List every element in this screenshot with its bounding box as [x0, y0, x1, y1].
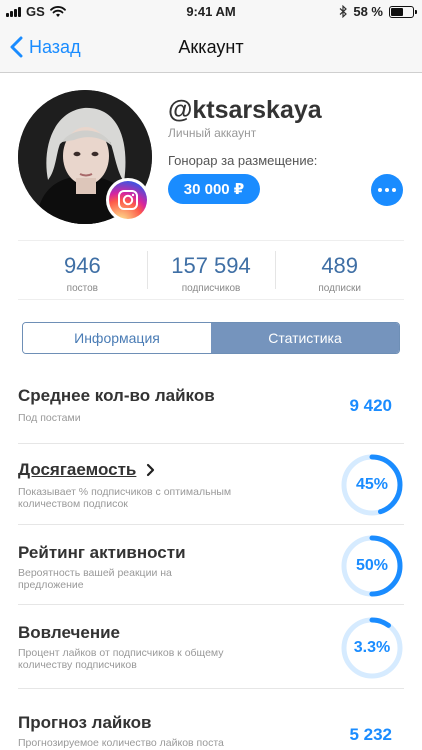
stat-followers[interactable]: 157 594 подписчиков [146, 241, 276, 299]
username: @ktsarskaya [168, 96, 322, 124]
stat-following[interactable]: 489 подписки [275, 241, 404, 299]
battery-percent: 58 % [353, 4, 383, 19]
metric-description: Показывает % подписчиков с оптимальным к… [18, 486, 232, 510]
progress-ring: 50% [340, 534, 404, 598]
metric-engagement: Вовлечение Процент лайков от подписчиков… [18, 605, 404, 689]
metric-value: 9 420 [349, 396, 392, 415]
stat-value: 157 594 [171, 253, 251, 278]
metric-reach: Досягаемость Показывает % подписчиков с … [18, 444, 404, 525]
metric-description: Вероятность вашей реакции на предложение [18, 567, 172, 591]
stat-label: подписчиков [181, 283, 241, 294]
status-bar: GS 9:41 AM 58 % [0, 0, 422, 24]
segmented-control: Информация Статистика [22, 322, 400, 354]
metric-likes-forecast: Прогноз лайков Прогнозируемое количество… [18, 689, 404, 750]
stats-row: 946 постов 157 594 подписчиков 489 подпи… [18, 240, 404, 300]
battery-icon [389, 5, 417, 18]
metric-description: Под постами [18, 412, 81, 424]
chevron-right-icon [147, 463, 155, 477]
reach-link[interactable]: Досягаемость [18, 460, 155, 480]
metric-description: Процент лайков от подписчиков к общему к… [18, 647, 224, 671]
metric-value: 45% [355, 476, 389, 493]
metric-value: 5 232 [349, 725, 392, 744]
nav-bar: Назад Аккаунт [0, 24, 422, 73]
bluetooth-icon [339, 5, 348, 18]
instagram-icon [118, 190, 138, 210]
metric-title: Прогноз лайков [18, 713, 152, 732]
metric-value: 50% [355, 557, 389, 574]
metric-title: Досягаемость [18, 460, 137, 479]
metric-title: Рейтинг активности [18, 543, 186, 562]
fee-button[interactable]: 30 000 ₽ [168, 174, 260, 204]
stat-value: 489 [321, 253, 359, 278]
metric-description: Прогнозируемое количество лайков поста [18, 737, 224, 749]
stat-posts[interactable]: 946 постов [18, 241, 147, 299]
metric-avg-likes: Среднее кол-во лайков Под постами 9 420 [18, 378, 404, 444]
stat-label: подписки [318, 283, 361, 294]
progress-ring: 45% [340, 453, 404, 517]
metric-value: 3.3% [353, 639, 391, 656]
more-dots-icon [378, 188, 382, 192]
more-button[interactable] [371, 174, 403, 206]
page-title: Аккаунт [178, 37, 244, 57]
metric-title: Вовлечение [18, 623, 120, 642]
metric-activity-rating: Рейтинг активности Вероятность вашей реа… [18, 525, 404, 605]
status-right: 58 % [339, 4, 417, 19]
avatar-container [18, 90, 152, 224]
account-type: Личный аккаунт [168, 126, 257, 140]
metric-title: Среднее кол-во лайков [18, 386, 215, 405]
instagram-badge [106, 178, 150, 222]
tab-info[interactable]: Информация [23, 323, 211, 353]
progress-ring: 3.3% [340, 616, 404, 680]
fee-label: Гонорар за размещение: [168, 153, 318, 168]
stat-label: постов [66, 283, 98, 294]
stat-value: 946 [63, 253, 101, 278]
tab-statistics[interactable]: Статистика [211, 323, 399, 353]
